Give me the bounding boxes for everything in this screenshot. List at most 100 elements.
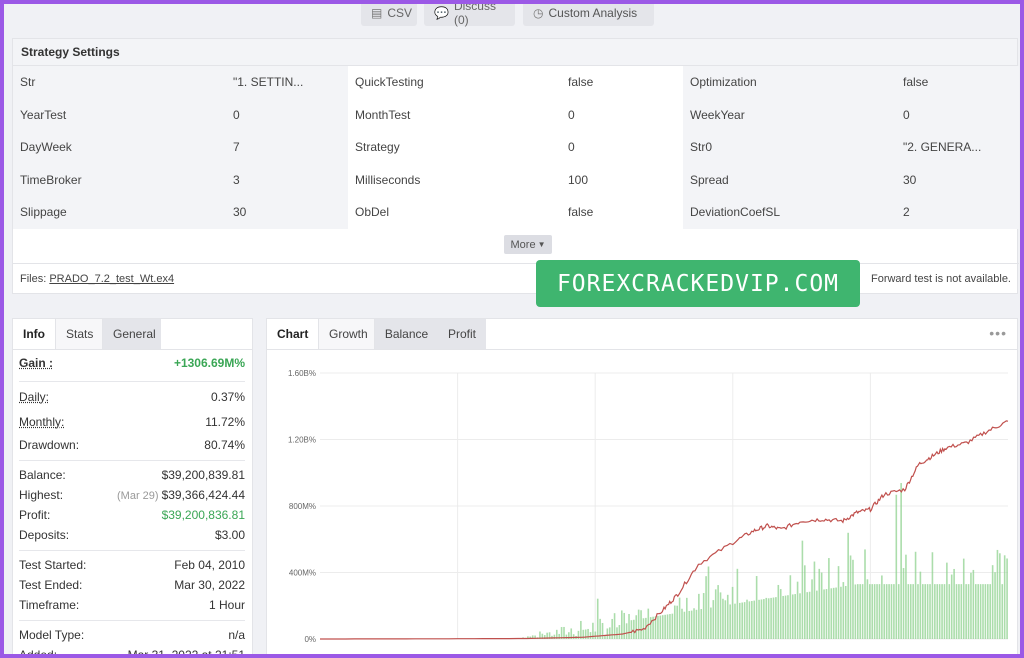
- volume-bar: [909, 584, 912, 639]
- setting-name: MonthTest: [355, 107, 411, 122]
- volume-bar: [779, 589, 782, 639]
- highest-label: Highest:: [19, 488, 64, 502]
- tab-balance[interactable]: Balance: [375, 319, 438, 349]
- volume-bar: [999, 553, 1001, 639]
- deposits-value: $3.00: [214, 528, 245, 542]
- deposits-label: Deposits:: [19, 528, 70, 542]
- custom-analysis-label: Custom Analysis: [548, 6, 638, 20]
- monthly-row: Monthly: 11.72%: [19, 412, 245, 432]
- volume-bar: [594, 631, 597, 639]
- volume-bar: [849, 555, 852, 639]
- volume-bar: [979, 584, 982, 639]
- volume-bar: [931, 552, 934, 639]
- volume-bar: [681, 608, 683, 639]
- growth-chart: 0% 400M% 800M% 1.20B% 1.60B%: [288, 369, 1009, 644]
- y-tick-label: 0%: [304, 635, 316, 644]
- volume-bar: [811, 579, 813, 639]
- volume-bar: [698, 593, 700, 639]
- volume-bar: [861, 584, 864, 639]
- discuss-button[interactable]: 💬 Discuss (0): [424, 0, 515, 27]
- profit-label: Profit:: [19, 508, 51, 522]
- tab-profit[interactable]: Profit: [438, 319, 486, 349]
- monthly-label: Monthly:: [19, 415, 65, 429]
- profit-row: Profit: $39,200,836.81: [19, 505, 245, 525]
- volume-bar: [869, 584, 871, 639]
- volume-bar: [881, 575, 883, 639]
- volume-bar: [847, 532, 849, 639]
- timeframe-label: Timeframe:: [19, 598, 80, 612]
- tab-stats[interactable]: Stats: [55, 319, 103, 349]
- volume-bar: [630, 620, 633, 639]
- volume-bar: [806, 592, 809, 639]
- discuss-label: Discuss (0): [453, 0, 496, 27]
- volume-bar: [984, 584, 987, 639]
- added-row: Added: Mar 31, 2022 at 21:51: [19, 645, 245, 658]
- drawdown-label: Drawdown:: [19, 438, 80, 452]
- volume-bar: [897, 584, 900, 639]
- volume-bar: [994, 572, 996, 639]
- volume-bar: [751, 600, 753, 639]
- volume-bar: [844, 586, 847, 639]
- volume-bar: [717, 585, 719, 639]
- custom-analysis-button[interactable]: ◷ Custom Analysis: [523, 0, 654, 26]
- setting-value: 2: [896, 196, 1019, 229]
- setting-value: 3: [226, 163, 348, 196]
- drawdown-row: Drawdown: 80.74%: [19, 435, 245, 455]
- tab-general[interactable]: General: [103, 319, 161, 349]
- daily-value: 0.37%: [210, 390, 245, 404]
- highest-date: (Mar 29): [117, 490, 159, 502]
- more-label: More: [510, 238, 536, 251]
- volume-bar: [686, 597, 688, 639]
- tab-chart[interactable]: Chart: [267, 319, 318, 349]
- volume-bar: [587, 628, 589, 639]
- volume-bar: [787, 595, 789, 639]
- volume-bar: [794, 594, 796, 639]
- volume-bar: [950, 574, 953, 639]
- drawdown-value: 80.74%: [204, 438, 245, 452]
- divider: [19, 460, 245, 461]
- volume-bar: [991, 565, 994, 639]
- settings-row: DayWeek 7 Strategy 0 Str0 "2. GENERA...: [13, 131, 1019, 164]
- volume-bar: [801, 540, 804, 639]
- volume-bar: [772, 597, 775, 639]
- profit-value: $39,200,836.81: [161, 508, 245, 522]
- volume-bar: [767, 598, 770, 639]
- daily-label: Daily:: [19, 390, 50, 404]
- tab-growth[interactable]: Growth: [318, 319, 375, 349]
- setting-name: DeviationCoefSL: [683, 196, 896, 229]
- test-started-row: Test Started: Feb 04, 2010: [19, 555, 245, 575]
- file-link[interactable]: PRADO_7.2_test_Wt.ex4: [49, 273, 174, 285]
- tab-info[interactable]: Info: [13, 319, 55, 349]
- volume-bar: [640, 610, 642, 639]
- volume-bar: [635, 615, 638, 639]
- volume-bar: [987, 584, 989, 639]
- volume-bar: [637, 609, 640, 639]
- volume-bar: [784, 595, 787, 639]
- volume-bar: [837, 566, 840, 639]
- added-label: Added:: [19, 648, 58, 658]
- volume-bar: [989, 584, 992, 639]
- volume-bar: [878, 584, 881, 639]
- setting-name: Milliseconds: [355, 172, 421, 187]
- volume-bar: [816, 590, 818, 639]
- setting-value: 30: [896, 163, 1019, 196]
- daily-row: Daily: 0.37%: [19, 387, 245, 407]
- more-dots-icon[interactable]: •••: [989, 325, 1007, 341]
- volume-bar: [871, 584, 874, 639]
- more-button[interactable]: More ▼: [504, 235, 552, 254]
- volume-bar: [596, 598, 599, 639]
- setting-name: QuickTesting: [355, 75, 424, 90]
- volume-bar: [924, 584, 927, 639]
- forward-test-status: Forward test is not available.: [870, 273, 1011, 285]
- test-ended-row: Test Ended: Mar 30, 2022: [19, 575, 245, 595]
- setting-name: Strategy: [355, 140, 400, 155]
- volume-bar: [934, 584, 936, 639]
- y-tick-label: 1.20B%: [288, 436, 316, 445]
- csv-button[interactable]: ▤ CSV: [361, 0, 417, 26]
- volume-bar: [748, 601, 751, 639]
- monthly-value: 11.72%: [205, 415, 245, 429]
- volume-bar: [734, 603, 736, 639]
- setting-value: 30: [226, 196, 348, 229]
- volume-bar: [835, 587, 837, 639]
- volume-bar: [755, 576, 758, 639]
